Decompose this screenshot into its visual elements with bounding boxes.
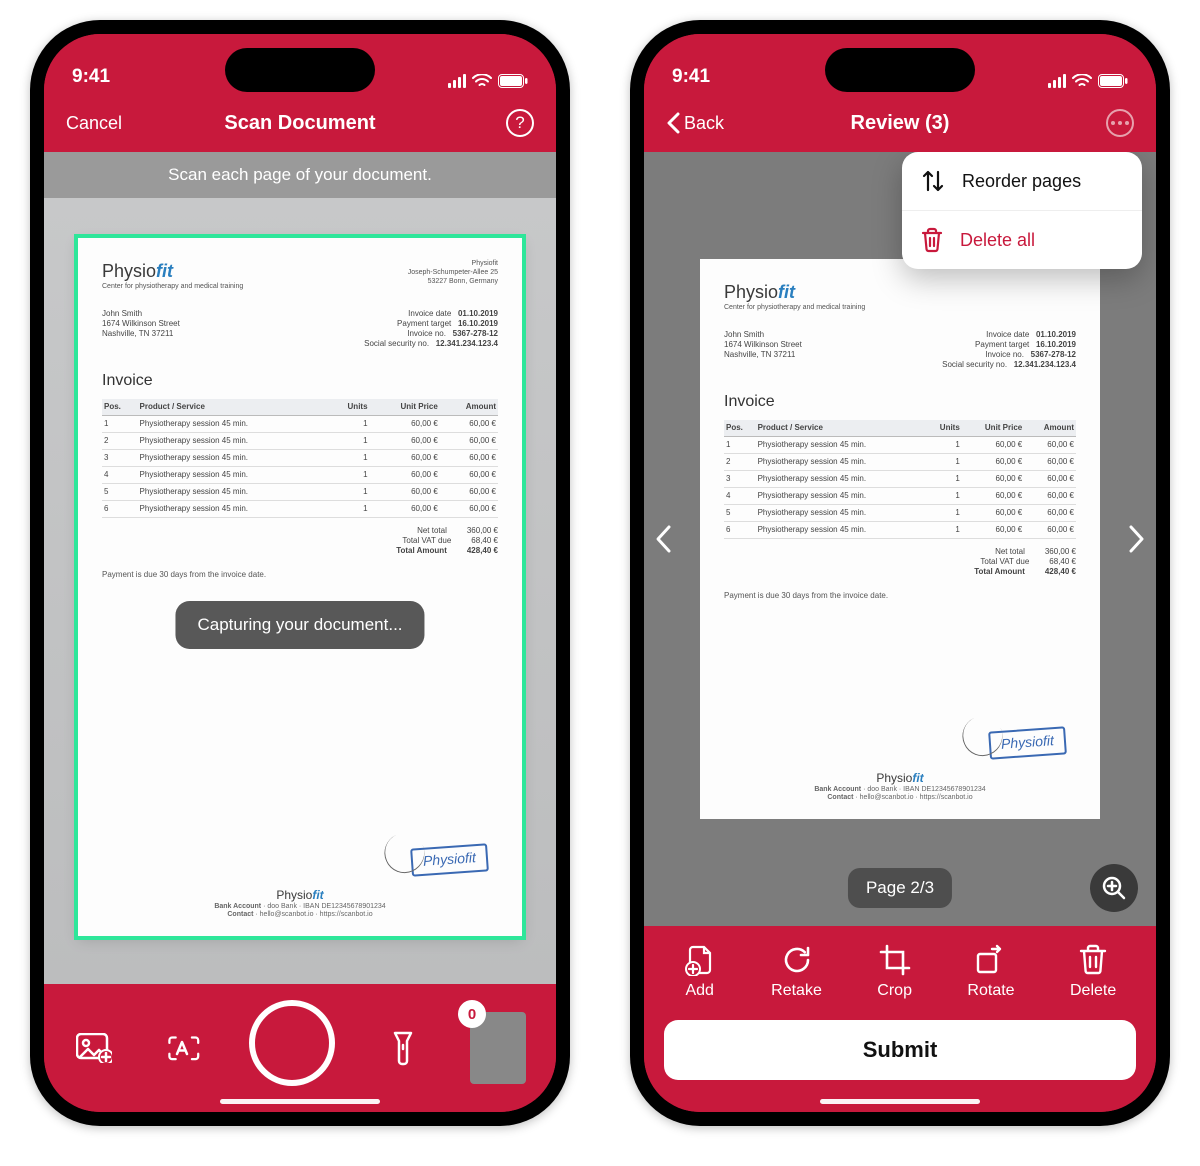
table-row: 1Physiotherapy session 45 min.160,00 €60…: [724, 437, 1076, 454]
review-toolbar: Add Retake Crop Rotate: [644, 926, 1156, 1010]
tool-retake[interactable]: Retake: [771, 944, 822, 1000]
more-button[interactable]: [1102, 105, 1138, 141]
page-indicator: Page 2/3: [848, 868, 952, 908]
phone-scan: 9:41 Cancel Scan Doc: [30, 20, 570, 1126]
dynamic-island: [225, 48, 375, 92]
prev-page-button[interactable]: [654, 524, 672, 554]
back-button[interactable]: Back: [662, 108, 728, 138]
nav-bar-scan: Cancel Scan Document ?: [44, 94, 556, 152]
cellular-icon: [448, 74, 466, 88]
table-row: 6Physiotherapy session 45 min.160,00 €60…: [724, 522, 1076, 539]
table-row: 4Physiotherapy session 45 min.160,00 €60…: [724, 488, 1076, 505]
page-count-badge: 0: [458, 1000, 486, 1028]
battery-icon: [1098, 74, 1128, 88]
flashlight-button[interactable]: [383, 1028, 423, 1068]
document-page: Physiofit Center for physiotherapy and m…: [700, 259, 1100, 819]
next-page-button[interactable]: [1128, 524, 1146, 554]
zoom-button[interactable]: [1090, 864, 1138, 912]
reorder-icon: [920, 168, 946, 194]
status-time: 9:41: [672, 66, 752, 88]
tool-delete[interactable]: Delete: [1070, 944, 1116, 1000]
capturing-toast: Capturing your document...: [175, 601, 424, 649]
trash-icon: [920, 227, 944, 253]
auto-capture-button[interactable]: [162, 1028, 202, 1068]
zoom-icon: [1101, 875, 1127, 901]
submit-row: Submit: [644, 1010, 1156, 1112]
nav-bar-review: Back Review (3): [644, 94, 1156, 152]
table-row: 2Physiotherapy session 45 min.160,00 €60…: [724, 454, 1076, 471]
table-row: 3Physiotherapy session 45 min.160,00 €60…: [724, 471, 1076, 488]
chevron-left-icon: [666, 112, 680, 134]
page-stack-button[interactable]: 0: [470, 1012, 526, 1084]
review-viewport[interactable]: Physiofit Center for physiotherapy and m…: [644, 152, 1156, 926]
battery-icon: [498, 74, 528, 88]
scan-bottom-bar: 0: [44, 984, 556, 1112]
import-image-button[interactable]: [74, 1028, 114, 1068]
tool-add[interactable]: Add: [684, 944, 716, 1000]
cellular-icon: [1048, 74, 1066, 88]
help-button[interactable]: ?: [502, 105, 538, 141]
more-icon: [1106, 109, 1134, 137]
table-row: 5Physiotherapy session 45 min.160,00 €60…: [724, 505, 1076, 522]
menu-delete-all[interactable]: Delete all: [902, 210, 1142, 269]
home-indicator[interactable]: [220, 1099, 380, 1104]
home-indicator[interactable]: [820, 1099, 980, 1104]
scan-hint: Scan each page of your document.: [44, 152, 556, 198]
dynamic-island: [825, 48, 975, 92]
help-icon: ?: [506, 109, 534, 137]
wifi-icon: [1072, 74, 1092, 88]
status-time: 9:41: [72, 66, 152, 88]
phone-review: 9:41 Back: [630, 20, 1170, 1126]
tool-crop[interactable]: Crop: [877, 944, 912, 1000]
cancel-button[interactable]: Cancel: [62, 109, 126, 138]
shutter-button[interactable]: [249, 1000, 335, 1086]
more-menu: Reorder pages Delete all: [902, 152, 1142, 269]
tool-rotate[interactable]: Rotate: [967, 944, 1014, 1000]
menu-reorder-pages[interactable]: Reorder pages: [902, 152, 1142, 210]
submit-button[interactable]: Submit: [664, 1020, 1136, 1080]
camera-viewfinder[interactable]: Physiofit Center for physiotherapy and m…: [44, 198, 556, 984]
wifi-icon: [472, 74, 492, 88]
detection-frame: [74, 234, 526, 940]
